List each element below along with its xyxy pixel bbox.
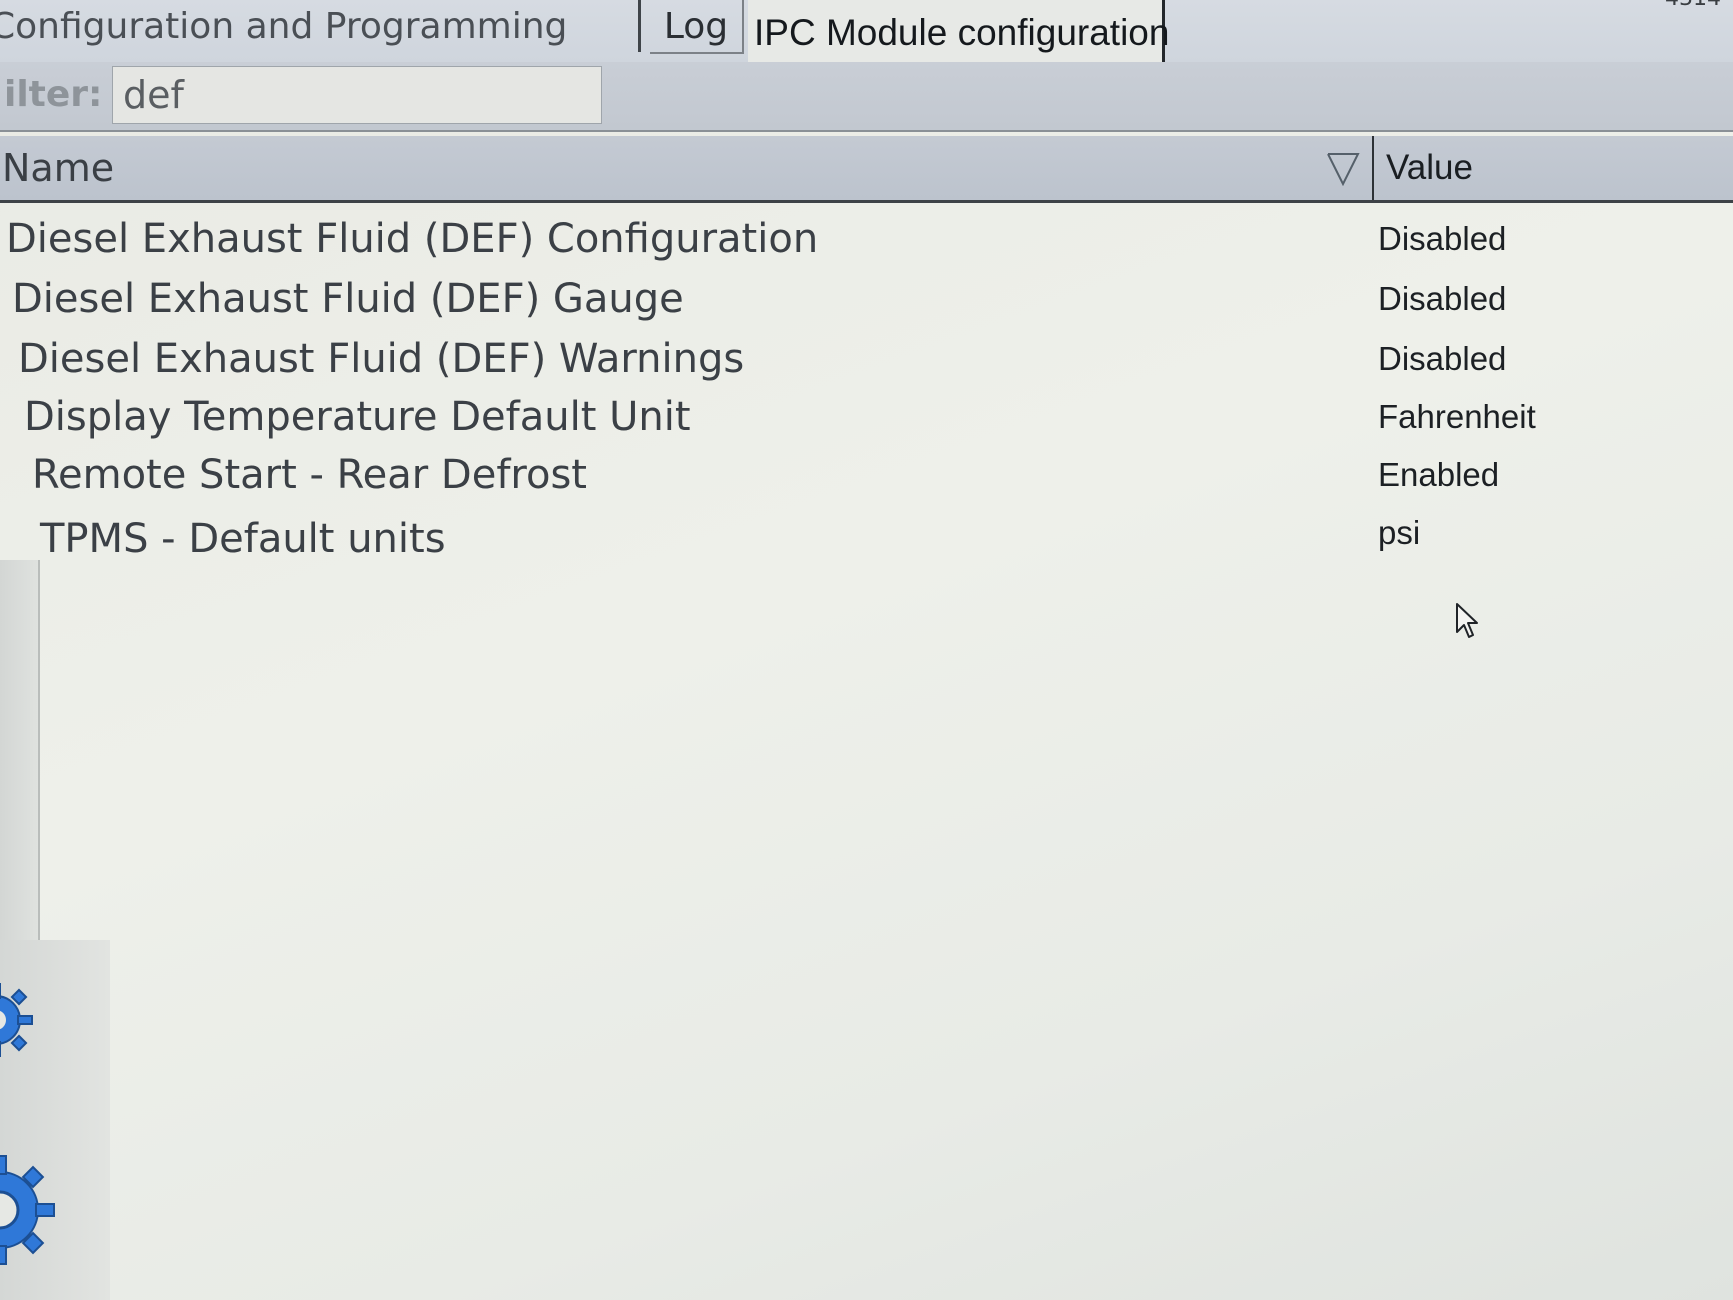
row-name: Display Temperature Default Unit xyxy=(24,394,691,440)
filter-input[interactable] xyxy=(112,66,602,124)
row-name: Remote Start - Rear Defrost xyxy=(32,452,587,498)
tab-label: Log xyxy=(663,5,729,47)
row-value: Enabled xyxy=(1378,456,1500,493)
filter-bar: ilter: xyxy=(0,62,1733,132)
tab-label: Configuration and Programming xyxy=(0,5,568,47)
row-name: Diesel Exhaust Fluid (DEF) Warnings xyxy=(18,336,745,382)
table-row[interactable]: Remote Start - Rear Defrost Enabled xyxy=(0,448,1733,508)
tab-ipc-module-configuration[interactable]: IPC Module configuration xyxy=(748,0,1169,66)
sort-descending-icon xyxy=(1327,153,1360,186)
row-name: Diesel Exhaust Fluid (DEF) Gauge xyxy=(12,276,684,322)
tab-label: IPC Module configuration xyxy=(754,12,1170,53)
table-row[interactable]: Diesel Exhaust Fluid (DEF) Configuration… xyxy=(0,212,1733,272)
column-header-value[interactable]: Value xyxy=(1378,136,1473,200)
row-name: TPMS - Default units xyxy=(40,516,446,562)
row-value: psi xyxy=(1378,514,1421,551)
gear-icon[interactable] xyxy=(0,980,36,1060)
tab-configuration-and-programming[interactable]: Configuration and Programming xyxy=(0,0,641,52)
column-header-value-label: Value xyxy=(1386,148,1473,187)
column-header-name[interactable]: Name xyxy=(0,136,1374,200)
table-row[interactable]: Display Temperature Default Unit Fahrenh… xyxy=(0,390,1733,450)
table-row[interactable]: TPMS - Default units psi xyxy=(0,506,1733,566)
tab-log[interactable]: Log xyxy=(650,0,744,54)
table-header: Name Value xyxy=(0,136,1733,203)
table-body: Diesel Exhaust Fluid (DEF) Configuration… xyxy=(0,204,1733,1204)
table-row[interactable]: Diesel Exhaust Fluid (DEF) Warnings Disa… xyxy=(0,332,1733,392)
row-value: Disabled xyxy=(1378,220,1507,257)
row-value: Disabled xyxy=(1378,280,1507,317)
clock-fragment: 4314 xyxy=(1665,0,1721,11)
side-panel-edge xyxy=(0,560,40,940)
column-header-name-label: Name xyxy=(2,146,115,190)
row-value: Fahrenheit xyxy=(1378,398,1536,435)
row-value: Disabled xyxy=(1378,340,1507,377)
table-row[interactable]: Diesel Exhaust Fluid (DEF) Gauge Disable… xyxy=(0,272,1733,332)
tab-strip: Configuration and Programming Log IPC Mo… xyxy=(0,0,1733,66)
app-window: Configuration and Programming Log IPC Mo… xyxy=(0,0,1733,1300)
filter-label: ilter: xyxy=(4,74,103,115)
gear-icon[interactable] xyxy=(0,1150,60,1270)
mouse-pointer-icon xyxy=(1456,603,1478,638)
row-name: Diesel Exhaust Fluid (DEF) Configuration xyxy=(6,216,819,262)
